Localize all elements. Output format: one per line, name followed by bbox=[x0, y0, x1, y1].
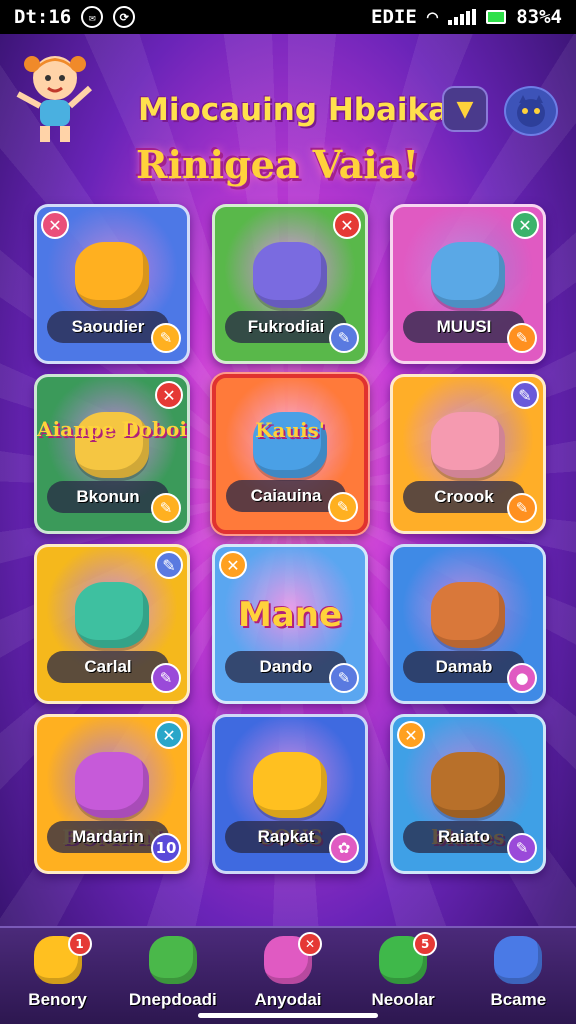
download-icon bbox=[148, 936, 197, 984]
header: Miocauing Hbaika. Rinigea Vaia! ▼ bbox=[0, 34, 576, 194]
game-tile[interactable]: Damab ● bbox=[390, 544, 546, 704]
tile-action-button[interactable]: ✎ bbox=[507, 833, 537, 863]
game-tile[interactable]: ✕ MUUSI ✎ bbox=[390, 204, 546, 364]
nav-item[interactable]: 1 Benory bbox=[6, 932, 110, 1010]
app-title: Miocauing Hbaika. bbox=[138, 92, 461, 128]
nav-label: Bcame bbox=[490, 990, 547, 1009]
game-tile[interactable]: Kauis' Caiauina ✎ bbox=[212, 374, 368, 534]
game-tile[interactable]: Aianpe Doboi ✕ Bkonun ✎ bbox=[34, 374, 190, 534]
remove-button[interactable]: ✕ bbox=[219, 551, 247, 579]
tile-art-text: Kauis' bbox=[255, 418, 325, 442]
tile-artwork bbox=[431, 751, 505, 818]
funnel-icon: ▼ bbox=[456, 96, 474, 122]
tile-action-button[interactable]: ✎ bbox=[151, 493, 181, 523]
tile-artwork bbox=[75, 751, 149, 818]
nav-item[interactable]: Bcame bbox=[466, 936, 570, 1010]
tile-artwork bbox=[431, 581, 505, 648]
tile-action-button[interactable]: ✿ bbox=[329, 833, 359, 863]
tile-action-button[interactable]: 10 bbox=[151, 833, 181, 863]
bottom-nav: 1 Benory Dnepdoadi ✕ Anyodai 5 Neoolar Bcame bbox=[0, 926, 576, 1024]
notification-badge: ✕ bbox=[297, 932, 322, 956]
notification-badge: 5 bbox=[413, 932, 438, 956]
remove-button[interactable]: ✕ bbox=[155, 381, 183, 409]
game-tile[interactable]: ✎ Croook ✎ bbox=[390, 374, 546, 534]
tile-artwork bbox=[253, 241, 327, 308]
app-subtitle: Rinigea Vaia! bbox=[136, 142, 420, 187]
wifi-icon: ◠ bbox=[426, 6, 439, 28]
edit-button[interactable]: ✎ bbox=[511, 381, 539, 409]
tile-action-button[interactable]: ✎ bbox=[507, 323, 537, 353]
game-tile[interactable]: COUSRapkat✿ bbox=[212, 714, 368, 874]
game-grid: ✕ Saoudier ✎ ✕ Fukrodiai ✎ ✕ MUUSI ✎ Aianpe Doboi… bbox=[34, 204, 546, 874]
game-tile[interactable]: ✎ Carlal ✎ bbox=[34, 544, 190, 704]
tile-artwork bbox=[431, 411, 505, 478]
edit-button[interactable]: ✎ bbox=[155, 551, 183, 579]
remove-button[interactable]: ✕ bbox=[511, 211, 539, 239]
tile-artwork bbox=[75, 581, 149, 648]
battery-icon bbox=[486, 10, 507, 24]
tile-headline: Mane bbox=[237, 595, 343, 635]
tile-action-button[interactable]: ✎ bbox=[329, 323, 359, 353]
nav-label: Benory bbox=[28, 990, 87, 1009]
nav-label: Dnepdoadi bbox=[128, 990, 217, 1009]
tile-action-button[interactable]: ● bbox=[507, 663, 537, 693]
tile-artwork bbox=[431, 241, 505, 308]
profile-button[interactable] bbox=[504, 86, 558, 136]
remove-button[interactable]: ✕ bbox=[155, 721, 183, 749]
game-icon bbox=[494, 936, 543, 984]
game-tile[interactable]: BOMIAN✕Mardarin10 bbox=[34, 714, 190, 874]
sync-icon: ⟳ bbox=[113, 6, 136, 28]
tile-artwork bbox=[75, 241, 149, 308]
tile-art-text: Aianpe Doboi bbox=[37, 417, 187, 441]
tile-action-button[interactable]: ✎ bbox=[151, 323, 181, 353]
remove-button[interactable]: ✕ bbox=[333, 211, 361, 239]
mascot-girl-icon bbox=[16, 56, 93, 142]
status-bar: Dt:16 ✉ ⟳ EDIE ◠ 83%4 bbox=[0, 0, 576, 34]
nav-label: Neoolar bbox=[371, 990, 435, 1009]
network-text: EDIE bbox=[371, 6, 417, 28]
game-tile[interactable]: ✕ Saoudier ✎ bbox=[34, 204, 190, 364]
remove-button[interactable]: ✕ bbox=[41, 211, 69, 239]
notification-badge: 1 bbox=[67, 932, 92, 956]
tile-artwork bbox=[253, 751, 327, 818]
battery-text: 83%4 bbox=[516, 6, 562, 28]
game-tile[interactable]: blanes✕Raiato✎ bbox=[390, 714, 546, 874]
nav-item[interactable]: ✕ Anyodai bbox=[236, 932, 340, 1010]
clock: Dt:16 bbox=[14, 6, 72, 28]
signal-icon bbox=[448, 9, 477, 25]
cat-avatar-icon bbox=[517, 95, 545, 127]
nav-label: Anyodai bbox=[254, 990, 322, 1009]
tile-action-button[interactable]: ✎ bbox=[507, 493, 537, 523]
tile-action-button[interactable]: ✎ bbox=[328, 492, 358, 522]
filter-button[interactable]: ▼ bbox=[442, 86, 488, 132]
nav-item[interactable]: Dnepdoadi bbox=[121, 936, 225, 1010]
game-tile[interactable]: ✕ Fukrodiai ✎ bbox=[212, 204, 368, 364]
notification-icon: ✉ bbox=[81, 6, 104, 28]
game-tile[interactable]: Mane ✕ Dando ✎ bbox=[212, 544, 368, 704]
home-indicator[interactable] bbox=[198, 1013, 378, 1018]
tile-action-button[interactable]: ✎ bbox=[151, 663, 181, 693]
nav-item[interactable]: 5 Neoolar bbox=[351, 932, 455, 1010]
tile-action-button[interactable]: ✎ bbox=[329, 663, 359, 693]
remove-button[interactable]: ✕ bbox=[397, 721, 425, 749]
